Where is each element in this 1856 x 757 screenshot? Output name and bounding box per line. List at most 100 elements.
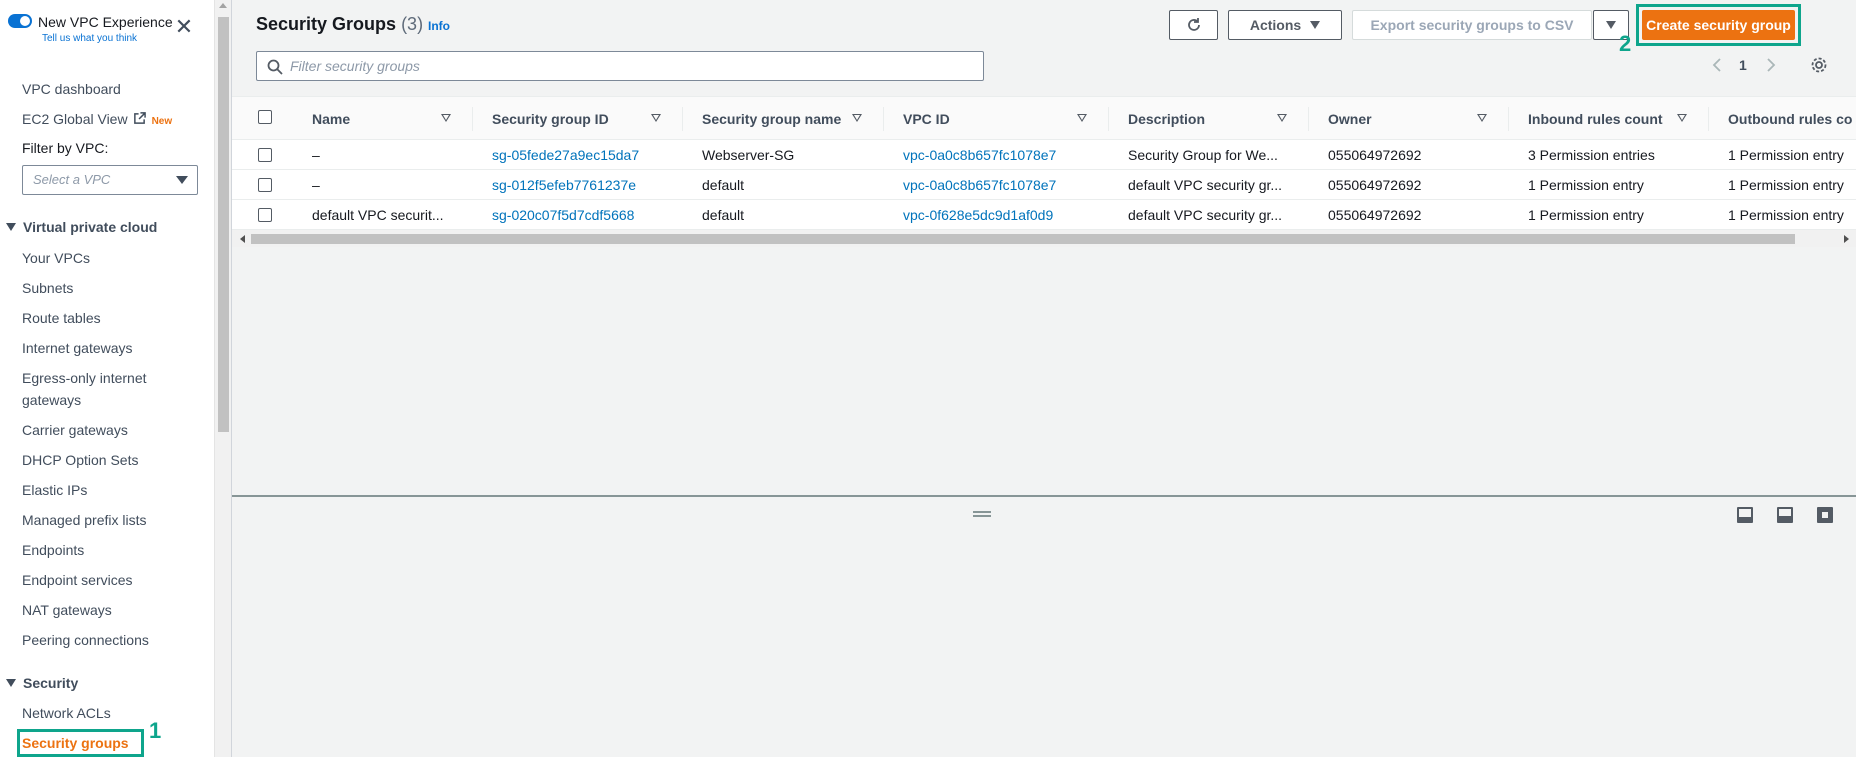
caret-down-icon [1606,21,1616,29]
title-text: Security Groups [256,14,397,34]
sort-icon[interactable] [852,114,862,122]
actions-button[interactable]: Actions [1228,10,1342,40]
column-header-vpc-id[interactable]: VPC ID [903,111,950,127]
caret-down-icon [1310,21,1321,29]
cell-name: – [312,177,320,193]
scroll-right-icon[interactable] [1844,235,1849,243]
column-header-owner[interactable]: Owner [1328,111,1372,127]
chevron-left-icon[interactable] [1712,57,1722,73]
sidebar-item-your-vpcs[interactable]: Your VPCs [22,250,90,266]
search-placeholder: Filter security groups [290,58,420,74]
sort-icon[interactable] [441,114,451,122]
column-divider[interactable] [472,107,473,131]
sidebar-item-ec2-global-view[interactable]: EC2 Global View New [22,111,172,127]
sort-icon[interactable] [651,114,661,122]
split-panel [232,495,1856,757]
sort-icon[interactable] [1477,114,1487,122]
sidebar-scrollbar[interactable] [214,0,231,757]
cell-vpc-id[interactable]: vpc-0a0c8b657fc1078e7 [903,177,1098,193]
section-title: Security [23,675,79,691]
cell-owner: 055064972692 [1328,207,1422,223]
cell-vpc-id[interactable]: vpc-0f628e5dc9d1af0d9 [903,207,1098,223]
table-row[interactable]: – sg-012f5efeb7761237e default vpc-0a0c8… [232,170,1856,200]
cell-inbound-rules-count: 1 Permission entry [1528,177,1644,193]
chevron-right-icon[interactable] [1766,57,1776,73]
column-divider[interactable] [1708,107,1709,131]
table-horizontal-scrollbar[interactable] [232,230,1856,247]
cell-security-group-id[interactable]: sg-05fede27a9ec15da7 [492,147,672,163]
new-experience-toggle[interactable] [8,14,32,28]
cell-description: default VPC security gr... [1128,207,1283,223]
sidebar-item-nat-gateways[interactable]: NAT gateways [22,602,112,618]
cell-vpc-id[interactable]: vpc-0a0c8b657fc1078e7 [903,147,1098,163]
table-row[interactable]: default VPC securit... sg-020c07f5d7cdf5… [232,200,1856,230]
column-divider[interactable] [1308,107,1309,131]
page-title: Security Groups (3) [256,14,423,35]
caret-down-icon [6,223,16,231]
cell-outbound-rules-count: 1 Permission entry [1728,177,1844,193]
sidebar-item-dhcp-option-sets[interactable]: DHCP Option Sets [22,452,138,468]
vpc-filter-select[interactable]: Select a VPC [22,165,198,195]
cell-security-group-id[interactable]: sg-020c07f5d7cdf5668 [492,207,672,223]
section-virtual-private-cloud[interactable]: Virtual private cloud [6,219,157,235]
external-link-icon [133,112,146,124]
search-input[interactable]: Filter security groups [256,51,984,81]
row-checkbox[interactable] [258,178,272,192]
cell-name: default VPC securit... [312,207,444,223]
split-bottom-icon[interactable] [1737,507,1753,523]
cell-security-group-id[interactable]: sg-012f5efeb7761237e [492,177,672,193]
column-header-security-group-id[interactable]: Security group ID [492,111,609,127]
sidebar-item-endpoints[interactable]: Endpoints [22,542,84,558]
sidebar-item-peering-connections[interactable]: Peering connections [22,632,149,648]
cell-description: Security Group for We... [1128,147,1278,163]
select-all-checkbox[interactable] [258,110,272,124]
feedback-link[interactable]: Tell us what you think [42,33,137,44]
split-full-icon[interactable] [1817,507,1833,523]
sidebar-item-route-tables[interactable]: Route tables [22,310,101,326]
scroll-up-icon[interactable] [219,3,227,8]
sort-icon[interactable] [1677,114,1687,122]
cell-inbound-rules-count: 3 Permission entries [1528,147,1655,163]
resize-handle-icon[interactable] [973,511,991,517]
sidebar-item-subnets[interactable]: Subnets [22,280,73,296]
row-checkbox[interactable] [258,148,272,162]
sidebar-item-elastic-ips[interactable]: Elastic IPs [22,482,87,498]
column-divider[interactable] [883,107,884,131]
info-link[interactable]: Info [428,19,450,33]
sort-icon[interactable] [1077,114,1087,122]
cell-owner: 055064972692 [1328,147,1422,163]
gear-icon[interactable] [1810,56,1828,74]
table-header: Name Security group ID Security group na… [232,96,1856,140]
column-header-description[interactable]: Description [1128,111,1205,127]
main-content: Security Groups (3) Info Actions Export … [231,0,1856,757]
refresh-button[interactable] [1169,10,1218,40]
table-row[interactable]: – sg-05fede27a9ec15da7 Webserver-SG vpc-… [232,140,1856,170]
scrollbar-thumb[interactable] [218,17,229,432]
sidebar-item-internet-gateways[interactable]: Internet gateways [22,340,133,356]
row-checkbox[interactable] [258,208,272,222]
sidebar-item-endpoint-services[interactable]: Endpoint services [22,572,133,588]
column-header-security-group-name[interactable]: Security group name [702,111,841,127]
split-side-icon[interactable] [1777,507,1793,523]
sidebar-item-network-acls[interactable]: Network ACLs [22,705,111,721]
scrollbar-thumb[interactable] [251,234,1795,244]
column-divider[interactable] [682,107,683,131]
close-icon[interactable]: ✕ [172,16,196,40]
export-csv-button[interactable]: Export security groups to CSV [1352,10,1592,40]
column-divider[interactable] [1508,107,1509,131]
cell-name: – [312,147,320,163]
vpc-filter-placeholder: Select a VPC [33,172,111,187]
column-header-inbound-rules-count[interactable]: Inbound rules count [1528,111,1663,127]
column-header-outbound-rules-count[interactable]: Outbound rules co [1728,111,1856,127]
scroll-left-icon[interactable] [240,235,245,243]
section-security[interactable]: Security [6,675,78,691]
new-experience-title: New VPC Experience [38,14,173,30]
sidebar-item-egress-only-internet-gateways[interactable]: Egress-only internet gateways [22,367,172,411]
sidebar-item-vpc-dashboard[interactable]: VPC dashboard [22,81,121,97]
column-header-name[interactable]: Name [312,111,350,127]
column-divider[interactable] [1108,107,1109,131]
sort-icon[interactable] [1277,114,1287,122]
sidebar-item-carrier-gateways[interactable]: Carrier gateways [22,422,128,438]
page-number[interactable]: 1 [1739,57,1747,73]
sidebar-item-managed-prefix-lists[interactable]: Managed prefix lists [22,512,147,528]
